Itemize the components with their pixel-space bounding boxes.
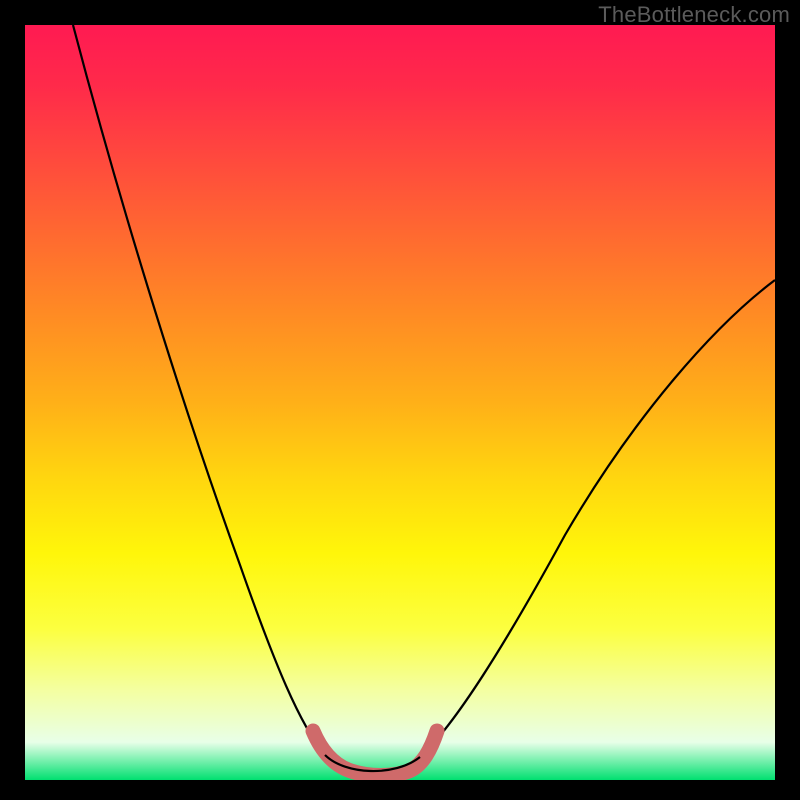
- bottleneck-curve-right: [420, 280, 775, 757]
- bottleneck-curve-left: [73, 25, 325, 755]
- chart-svg: [25, 25, 775, 780]
- trough-highlight: [313, 731, 437, 776]
- chart-plot-area: [25, 25, 775, 780]
